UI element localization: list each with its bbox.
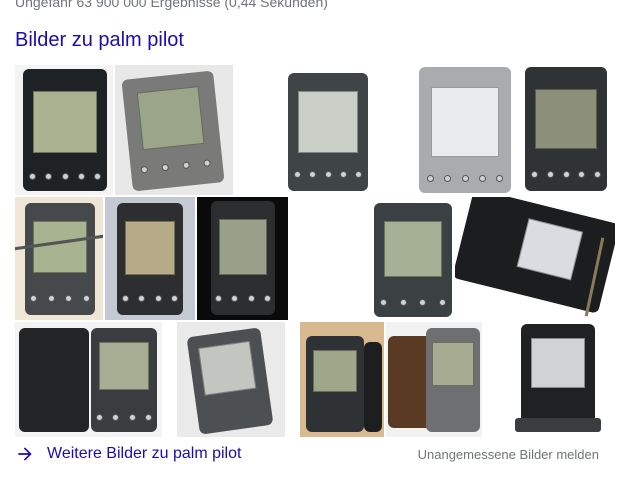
image-thumbnail[interactable] bbox=[115, 65, 233, 195]
image-thumbnail[interactable] bbox=[177, 322, 285, 437]
image-thumbnail[interactable] bbox=[386, 322, 482, 437]
report-images-link[interactable]: Unangemessene Bilder melden bbox=[418, 447, 599, 462]
image-thumbnail[interactable] bbox=[455, 197, 615, 320]
image-thumbnail[interactable] bbox=[15, 197, 103, 320]
image-thumbnail[interactable] bbox=[417, 65, 513, 195]
image-thumbnail[interactable] bbox=[15, 65, 113, 195]
image-thumbnail[interactable] bbox=[105, 197, 195, 320]
images-heading[interactable]: Bilder zu palm pilot bbox=[15, 29, 184, 52]
arrow-right-icon bbox=[18, 447, 32, 461]
more-images-label: Weitere Bilder zu palm pilot bbox=[47, 445, 242, 462]
more-images-link[interactable]: Weitere Bilder zu palm pilot bbox=[15, 444, 241, 464]
image-thumbnail[interactable] bbox=[521, 65, 609, 195]
result-stats: Ungefähr 63 900 000 Ergebnisse (0,44 Sek… bbox=[15, 0, 328, 10]
image-thumbnail[interactable] bbox=[270, 65, 382, 195]
image-thumbnail[interactable] bbox=[300, 322, 384, 437]
image-thumbnail[interactable] bbox=[197, 197, 288, 320]
image-thumbnail[interactable] bbox=[370, 197, 455, 320]
image-thumbnail[interactable] bbox=[15, 322, 162, 437]
image-thumbnail[interactable] bbox=[505, 322, 610, 437]
